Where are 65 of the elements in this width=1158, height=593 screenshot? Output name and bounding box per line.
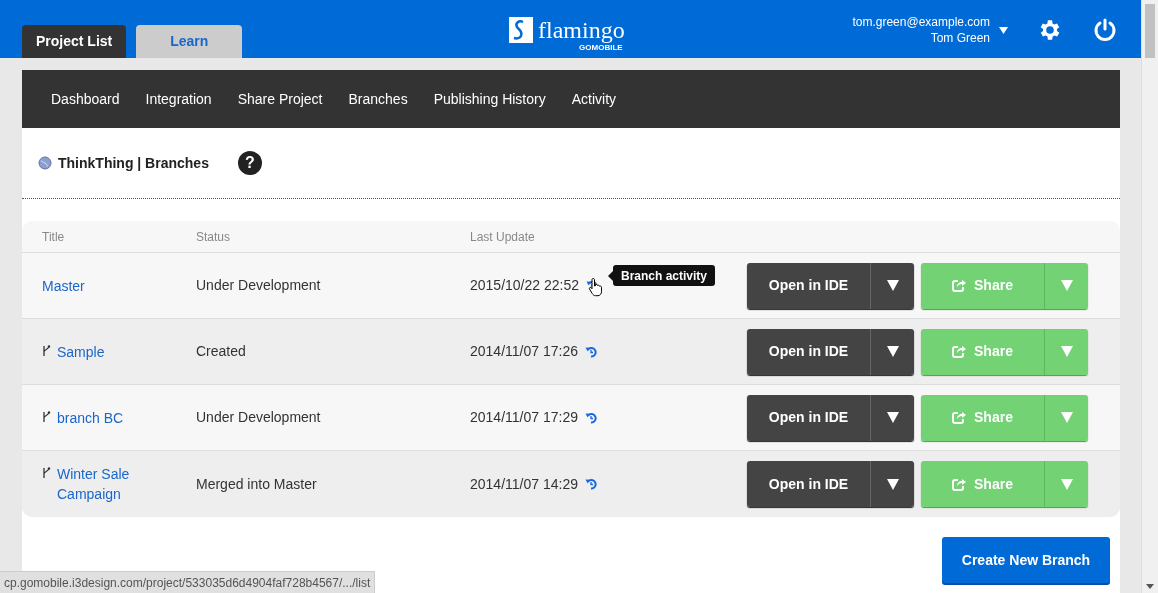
caret-icon xyxy=(1060,346,1073,357)
caret-icon[interactable] xyxy=(999,26,1008,34)
caret-icon xyxy=(886,478,899,490)
open-in-ide-button[interactable]: Open in IDE xyxy=(747,328,871,375)
help-button[interactable]: ? xyxy=(237,151,262,175)
caret-icon xyxy=(1060,478,1073,490)
user-email: tom.green@example.com xyxy=(852,14,990,30)
open-in-ide-button[interactable]: Open in IDE xyxy=(747,262,871,309)
history-icon[interactable] xyxy=(584,345,597,358)
branch-link[interactable]: Winter Sale Campaign xyxy=(57,464,147,504)
column-header: Status xyxy=(196,228,232,246)
tab[interactable]: Project List xyxy=(22,25,127,58)
dropdown-button[interactable] xyxy=(871,262,914,309)
dropdown-button[interactable] xyxy=(871,328,914,375)
open-in-ide-button[interactable]: Open in IDE xyxy=(747,394,871,441)
hand-cursor-icon xyxy=(588,277,604,297)
scroll-down-icon[interactable] xyxy=(1146,584,1154,589)
branch-icon xyxy=(42,467,51,479)
caret-icon xyxy=(886,280,899,291)
nav-link[interactable]: Publishing History xyxy=(433,88,546,110)
update-time: 2014/11/07 14:29 xyxy=(470,474,578,494)
history-icon[interactable] xyxy=(584,411,597,424)
nav-link[interactable]: Branches xyxy=(348,88,408,110)
branch-icon xyxy=(42,410,51,423)
update-time: 2015/10/22 22:52 xyxy=(470,276,579,295)
open-in-ide-button[interactable]: Open in IDE xyxy=(747,461,871,507)
nav-link[interactable]: Dashboard xyxy=(51,88,120,110)
share-icon xyxy=(952,411,967,424)
branch-link[interactable]: Sample xyxy=(57,341,147,362)
branch-link[interactable]: branch BC xyxy=(57,407,147,428)
user-name: Tom Green xyxy=(930,30,990,46)
status-text: Under Development xyxy=(196,408,322,427)
dropdown-button[interactable] xyxy=(871,461,914,507)
column-header: Last Update xyxy=(470,228,536,246)
update-time: 2014/11/07 17:26 xyxy=(470,342,578,361)
column-header: Title xyxy=(42,228,66,246)
dropdown-button[interactable] xyxy=(871,394,914,441)
scrollbar-thumb[interactable] xyxy=(1145,4,1155,58)
nav-link[interactable]: Activity xyxy=(571,88,617,110)
share-icon xyxy=(952,279,967,292)
caret-icon xyxy=(886,412,899,423)
create-branch-button[interactable]: Create New Branch xyxy=(942,537,1110,583)
history-icon[interactable] xyxy=(584,478,597,490)
power-icon[interactable] xyxy=(1093,18,1117,42)
status-text: Under Development xyxy=(196,276,322,295)
share-icon xyxy=(952,477,967,491)
share-icon xyxy=(952,345,967,358)
update-time: 2014/11/07 17:29 xyxy=(470,408,578,427)
globe-icon xyxy=(38,156,52,170)
scrollbar[interactable] xyxy=(1141,0,1158,593)
branch-icon xyxy=(42,344,51,357)
nav-link[interactable]: Share Project xyxy=(237,88,323,110)
caret-icon xyxy=(1060,280,1073,291)
caret-icon xyxy=(886,346,899,357)
caret-icon xyxy=(1060,412,1073,423)
page-title: ThinkThing | Branches xyxy=(58,153,209,173)
status-text: Merged into Master xyxy=(196,474,318,494)
logo-text: flamingo xyxy=(538,18,625,42)
logo-icon xyxy=(508,16,534,44)
nav-link[interactable]: Integration xyxy=(145,88,212,110)
logo-subtitle: GOMOBILE xyxy=(579,44,623,52)
tooltip: Branch activity xyxy=(613,265,716,286)
branch-link[interactable]: Master xyxy=(42,275,132,296)
status-text: Created xyxy=(196,342,247,361)
status-bar-url: cp.gomobile.i3design.com/project/533035d6d4904faf728b4567/.../list xyxy=(0,571,376,593)
